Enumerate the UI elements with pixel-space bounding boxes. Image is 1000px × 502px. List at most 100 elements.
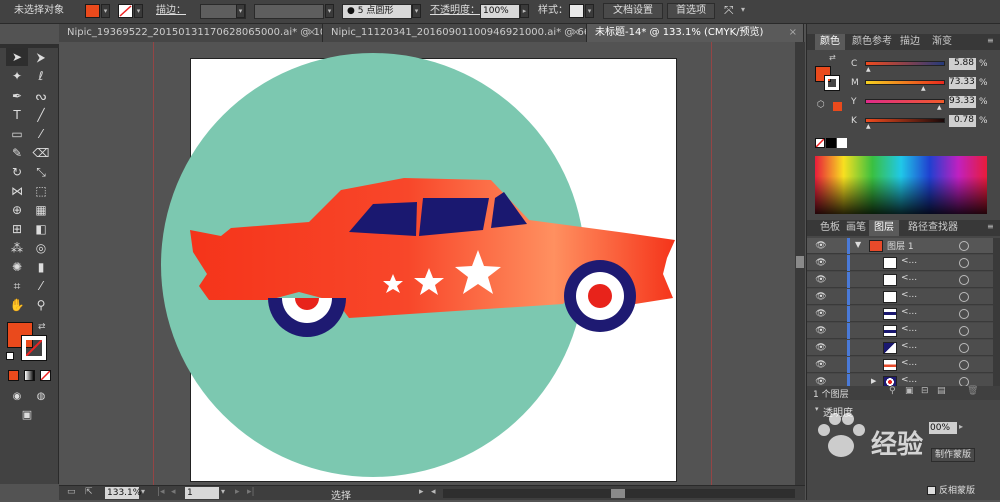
- scroll-left-icon[interactable]: ◂: [431, 487, 436, 497]
- layer-row[interactable]: 👁 <...: [807, 323, 993, 339]
- line-tool-icon[interactable]: ╱: [30, 106, 52, 124]
- brush-definition[interactable]: ● 5 点圆形: [342, 4, 412, 19]
- fill-swatch[interactable]: [85, 4, 100, 18]
- canvas-area[interactable]: [59, 42, 805, 485]
- layer-row[interactable]: 👁 <...: [807, 306, 993, 322]
- pen-tool-icon[interactable]: ✒: [6, 87, 28, 105]
- sublayer-name[interactable]: <...: [901, 358, 917, 368]
- fill-dropdown[interactable]: ▾: [101, 4, 110, 18]
- close-icon[interactable]: ×: [789, 24, 797, 42]
- variable-width-field[interactable]: [254, 4, 324, 19]
- layer-row[interactable]: 👁 <...: [807, 272, 993, 288]
- share-icon[interactable]: ⇱: [85, 487, 93, 497]
- channel-c-thumb[interactable]: ▲: [866, 66, 871, 73]
- eyedropper-tool-icon[interactable]: ⁂: [6, 239, 28, 257]
- artwork[interactable]: [59, 42, 805, 485]
- vertical-scrollbar[interactable]: [795, 42, 805, 485]
- symbol-sprayer-tool-icon[interactable]: ✺: [6, 258, 28, 276]
- eye-icon[interactable]: 👁: [815, 308, 827, 320]
- out-of-gamut-icon[interactable]: ⬡: [817, 100, 825, 110]
- draw-behind-icon[interactable]: ◍: [30, 388, 52, 406]
- next-page-icon[interactable]: ▸: [235, 487, 240, 497]
- layer-row[interactable]: 👁 <...: [807, 255, 993, 271]
- tab-layers[interactable]: 图层: [869, 220, 899, 236]
- channel-k-thumb[interactable]: ▲: [866, 123, 871, 130]
- layer-row[interactable]: 👁 <...: [807, 340, 993, 356]
- new-sublayer-icon[interactable]: ⊟: [921, 386, 929, 396]
- style-dropdown[interactable]: ▾: [585, 4, 594, 18]
- eye-icon[interactable]: 👁: [815, 291, 827, 303]
- horizontal-scroll-thumb[interactable]: [611, 489, 625, 498]
- eye-icon[interactable]: 👁: [815, 325, 827, 337]
- paintbrush-tool-icon[interactable]: ⁄: [30, 125, 52, 143]
- color-stroke-swatch[interactable]: [824, 75, 840, 91]
- zoom-dropdown-icon[interactable]: ▾: [141, 487, 145, 496]
- invert-mask-checkbox[interactable]: [927, 486, 936, 495]
- front-wheel-hub[interactable]: [588, 284, 612, 308]
- horizontal-scrollbar[interactable]: [443, 489, 795, 498]
- layers-scrollbar[interactable]: [993, 238, 1000, 388]
- swap-colors-icon[interactable]: ⇄: [38, 322, 46, 332]
- opacity-dropdown[interactable]: ▸: [520, 4, 529, 18]
- width-tool-icon[interactable]: ⋈: [6, 182, 28, 200]
- artboard-tool-icon[interactable]: ⌗: [6, 277, 28, 295]
- tab-nipic-2[interactable]: Nipic_11120341_20160901100946921000.ai* …: [323, 24, 587, 42]
- channel-c-value[interactable]: 5.88: [949, 58, 976, 70]
- color-spectrum[interactable]: [815, 156, 987, 214]
- rotate-tool-icon[interactable]: ↻: [6, 163, 28, 181]
- rectangle-tool-icon[interactable]: ▭: [6, 125, 28, 143]
- sublayer-name[interactable]: <...: [901, 341, 917, 351]
- eraser-tool-icon[interactable]: ⌫: [30, 144, 52, 162]
- arrange-dropdown-icon[interactable]: ▾: [741, 5, 745, 14]
- sublayer-name[interactable]: <...: [901, 324, 917, 334]
- tab-untitled-14[interactable]: 未标题-14* @ 133.1% (CMYK/预览) ×: [587, 24, 804, 42]
- new-layer-icon[interactable]: ▤: [937, 386, 946, 396]
- car-window-front[interactable]: [419, 198, 489, 236]
- brush-dropdown[interactable]: ▾: [412, 4, 421, 18]
- stroke-label[interactable]: 描边：: [156, 4, 186, 18]
- pencil-tool-icon[interactable]: ✎: [6, 144, 28, 162]
- scale-tool-icon[interactable]: ⤡: [30, 163, 52, 181]
- layer-row[interactable]: 👁 <...: [807, 357, 993, 373]
- target-icon[interactable]: [959, 326, 969, 336]
- channel-k-slider[interactable]: [865, 118, 945, 123]
- channel-y-thumb[interactable]: ▲: [937, 104, 942, 111]
- perspective-grid-tool-icon[interactable]: ▦: [30, 201, 52, 219]
- target-icon[interactable]: [959, 258, 969, 268]
- tab-nipic-1[interactable]: Nipic_19369522_20150131170628065000.ai* …: [59, 24, 323, 42]
- document-setup-button[interactable]: 文档设置: [603, 3, 663, 19]
- swap-icon[interactable]: ⇄: [829, 53, 836, 62]
- channel-k-value[interactable]: 0.78: [949, 115, 976, 127]
- clipping-mask-icon[interactable]: ▣: [905, 386, 914, 396]
- curvature-tool-icon[interactable]: ᔓ: [30, 87, 52, 105]
- layer-row-parent[interactable]: 👁 ▼ 图层 1: [807, 238, 993, 254]
- hand-tool-icon[interactable]: ✋: [6, 296, 28, 314]
- zoom-field[interactable]: 133.1%: [105, 487, 141, 499]
- expand-icon[interactable]: ▶: [871, 377, 876, 385]
- tab-color[interactable]: 颜色: [815, 34, 845, 50]
- none-mode-icon[interactable]: [40, 370, 51, 381]
- delete-layer-icon[interactable]: 🗑: [967, 386, 978, 396]
- draw-normal-icon[interactable]: ◉: [6, 388, 28, 406]
- tab-color-guide[interactable]: 颜色参考: [847, 34, 897, 50]
- mesh-tool-icon[interactable]: ⊞: [6, 220, 28, 238]
- page-dropdown-icon[interactable]: ▾: [221, 487, 225, 496]
- eye-icon[interactable]: 👁: [815, 257, 827, 269]
- tab-brushes[interactable]: 画笔: [841, 220, 871, 236]
- layer-name[interactable]: 图层 1: [887, 239, 914, 252]
- vertical-scroll-thumb[interactable]: [796, 256, 804, 268]
- direct-selection-tool-icon[interactable]: ⮞: [30, 48, 52, 66]
- target-icon[interactable]: [959, 292, 969, 302]
- gradient-tool-icon[interactable]: ◧: [30, 220, 52, 238]
- target-icon[interactable]: [959, 241, 969, 251]
- stroke-color-box[interactable]: [21, 335, 47, 361]
- tab-gradient[interactable]: 渐变: [927, 34, 957, 50]
- default-colors-icon[interactable]: [6, 352, 14, 360]
- selection-tool-icon[interactable]: ➤: [6, 48, 28, 66]
- arrange-icon[interactable]: ⤧: [724, 3, 734, 18]
- layer-row[interactable]: 👁 <...: [807, 289, 993, 305]
- sublayer-name[interactable]: <...: [901, 307, 917, 317]
- channel-m-slider[interactable]: [865, 80, 945, 85]
- target-icon[interactable]: [959, 360, 969, 370]
- target-icon[interactable]: [959, 343, 969, 353]
